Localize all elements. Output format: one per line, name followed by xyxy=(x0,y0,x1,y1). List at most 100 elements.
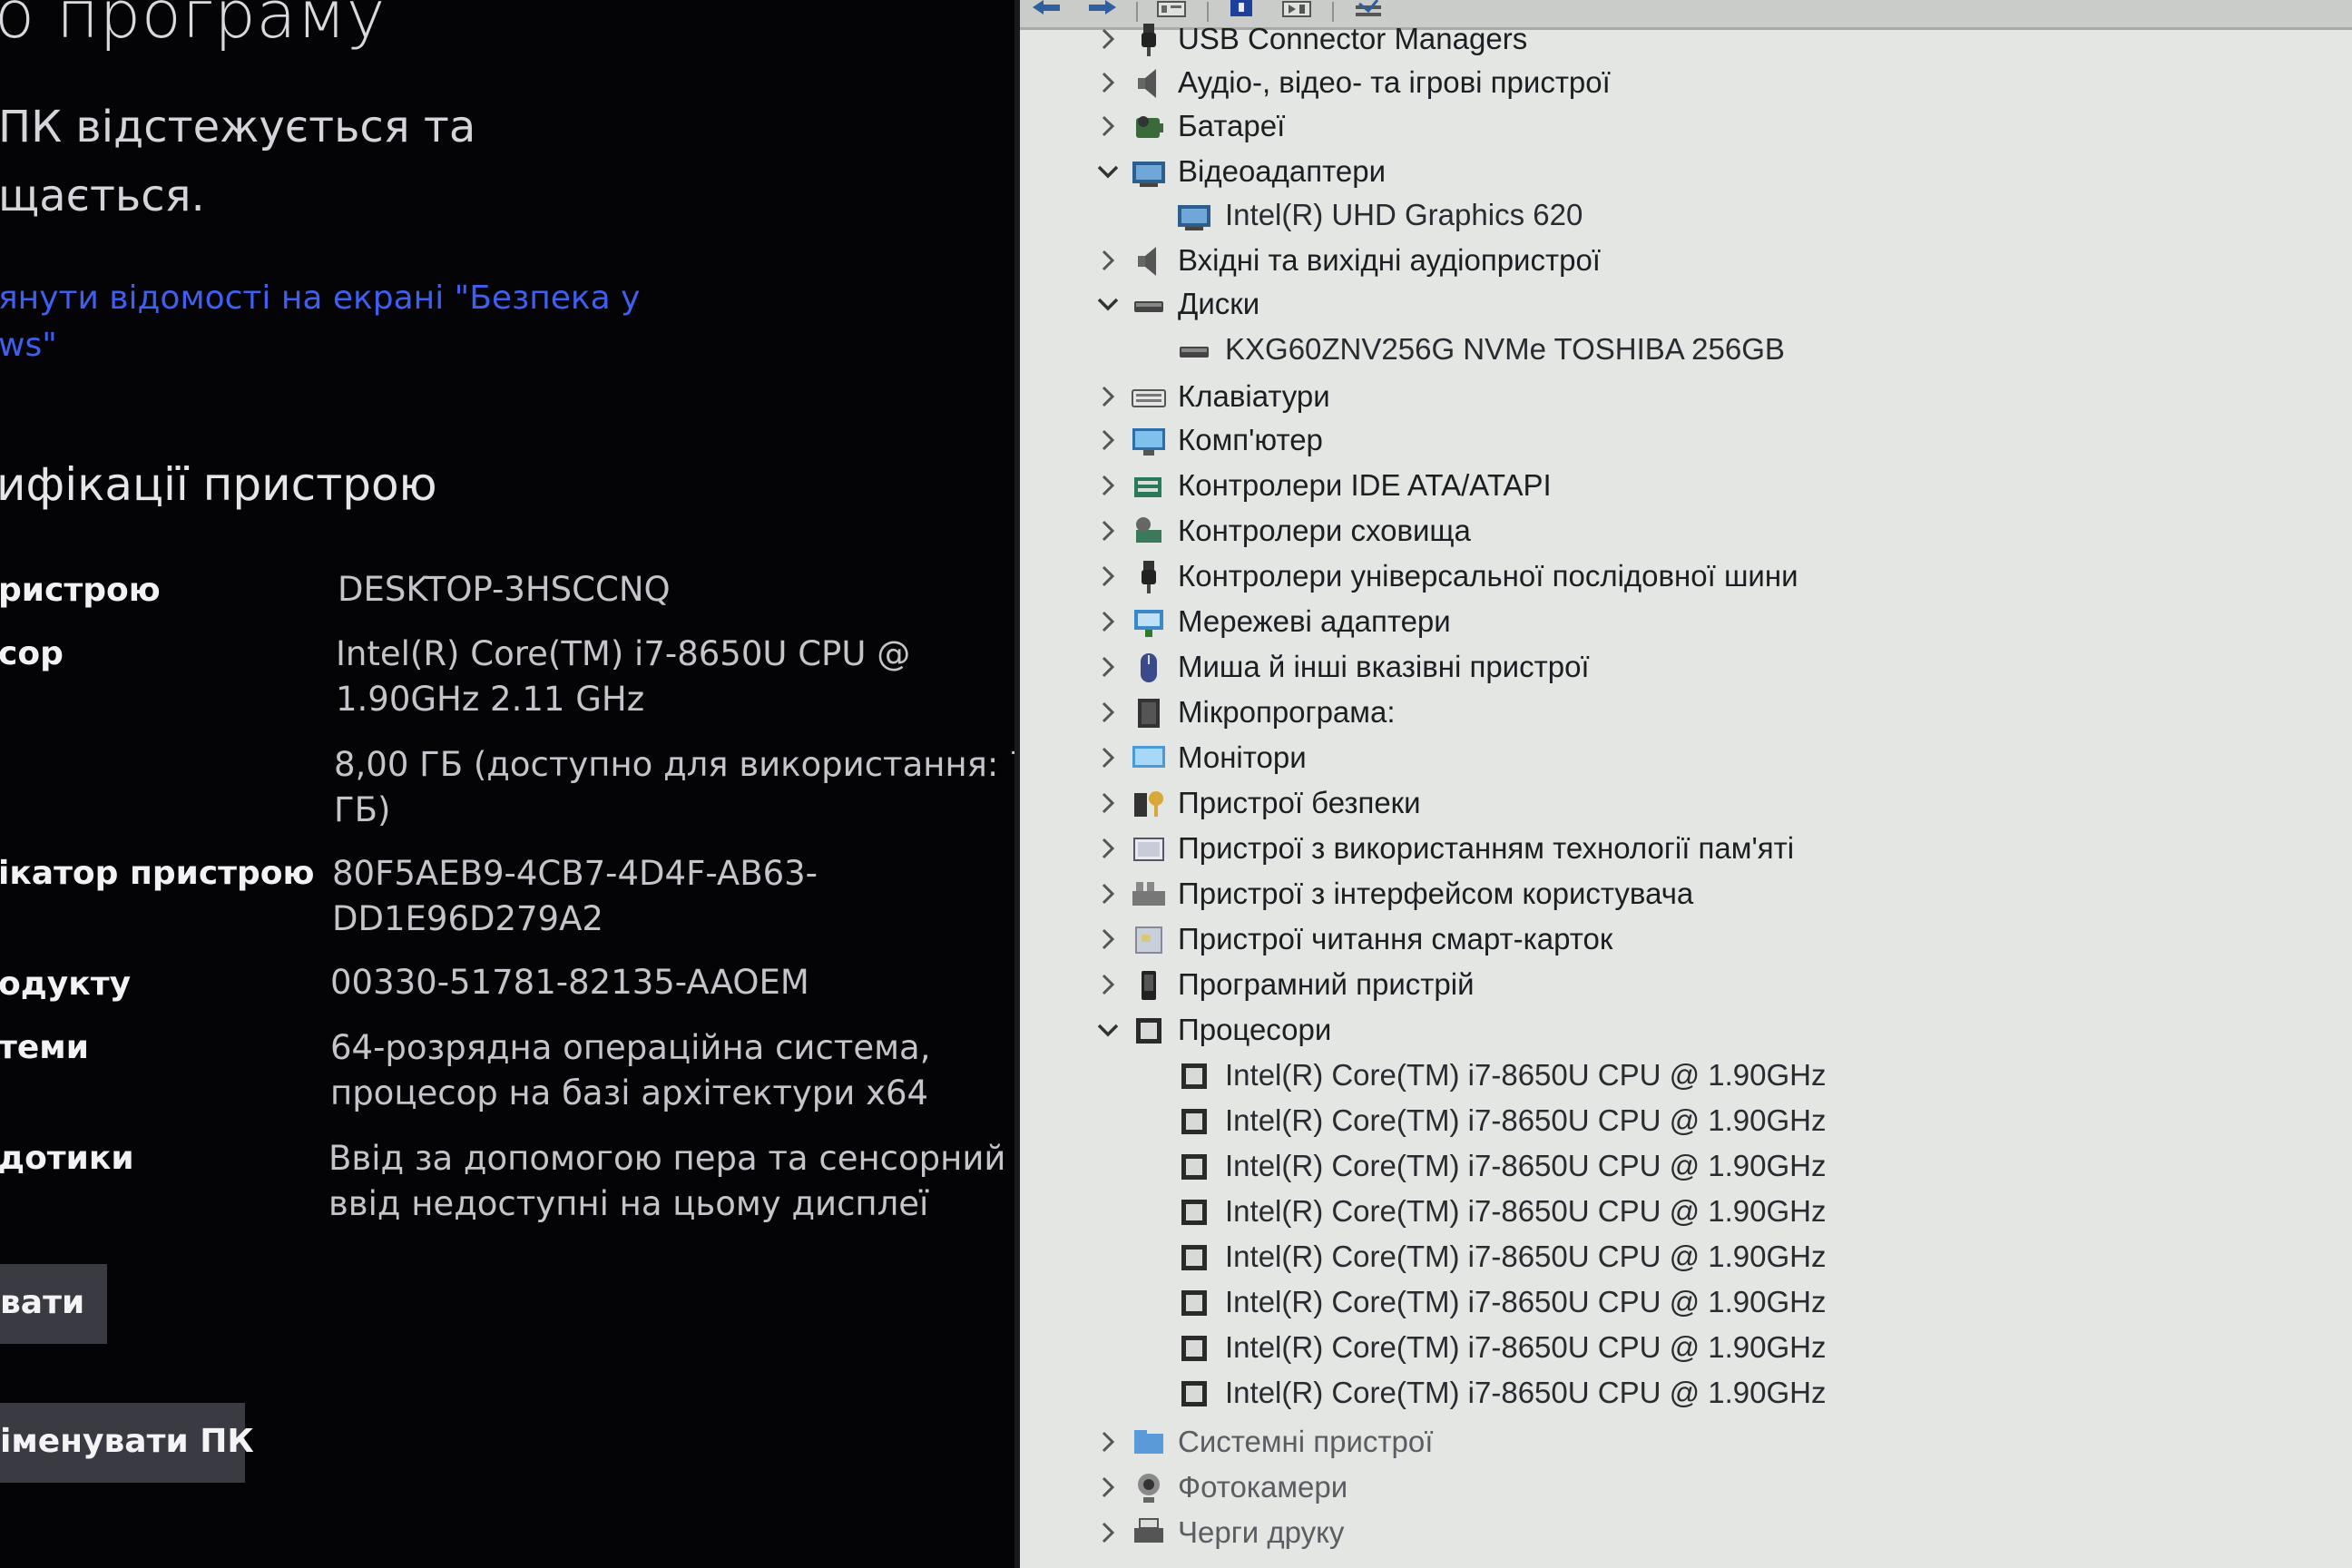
mouse-icon xyxy=(1131,650,1167,686)
tree-device[interactable]: Intel(R) Core(TM) i7-8650U CPU @ 1.90GHz xyxy=(1020,1056,2352,1098)
chevron-right-icon[interactable] xyxy=(1094,699,1122,726)
tree-category[interactable]: Аудіо-, відео- та ігрові пристрої xyxy=(1020,64,2352,105)
chevron-right-icon[interactable] xyxy=(1094,608,1122,635)
chevron-right-icon[interactable] xyxy=(1094,880,1122,907)
tree-device[interactable]: Intel(R) Core(TM) i7-8650U CPU @ 1.90GHz xyxy=(1020,1374,2352,1416)
tree-item-label: Intel(R) Core(TM) i7-8650U CPU @ 1.90GHz xyxy=(1225,1240,1827,1273)
tree-category[interactable]: Пристрої з інтерфейсом користувача xyxy=(1020,875,2352,916)
tree-category[interactable]: Мікропрограма: xyxy=(1020,693,2352,735)
spec-value-ram: 8,00 ГБ (доступно для використання: 7,86 xyxy=(334,745,1016,784)
rename-pc-button[interactable]: іменувати ПК xyxy=(0,1403,254,1483)
chevron-down-icon[interactable] xyxy=(1094,290,1122,318)
chevron-right-icon[interactable] xyxy=(1094,517,1122,544)
chevron-right-icon[interactable] xyxy=(1094,926,1122,953)
scan-hardware-icon[interactable] xyxy=(1279,0,1316,20)
chevron-right-icon[interactable] xyxy=(1094,653,1122,681)
processor-icon xyxy=(1176,1103,1212,1140)
tree-category[interactable]: Пристрої безпеки xyxy=(1020,784,2352,826)
tree-category[interactable]: Контролери сховища xyxy=(1020,512,2352,554)
tree-category[interactable]: Монітори xyxy=(1020,739,2352,780)
properties-icon[interactable] xyxy=(1154,0,1191,20)
tree-device[interactable]: Intel(R) Core(TM) i7-8650U CPU @ 1.90GHz xyxy=(1020,1102,2352,1143)
tree-item-label: Системні пристрої xyxy=(1178,1425,1434,1458)
battery-icon xyxy=(1131,109,1167,145)
chevron-right-icon[interactable] xyxy=(1094,113,1122,140)
tree-device[interactable]: Intel(R) Core(TM) i7-8650U CPU @ 1.90GHz xyxy=(1020,1238,2352,1279)
spec-value-device-id: 80F5AEB9-4CB7-4D4F-AB63- xyxy=(332,854,818,893)
tree-item-label: Миша й інші вказівні пристрої xyxy=(1178,650,1590,683)
tree-category[interactable]: Черги друку xyxy=(1020,1514,2352,1555)
tree-category[interactable]: Батареї xyxy=(1020,107,2352,149)
tree-category[interactable]: Пристрої читання смарт-карток xyxy=(1020,920,2352,962)
tree-category[interactable]: Системні пристрої xyxy=(1020,1423,2352,1465)
chevron-right-icon[interactable] xyxy=(1094,472,1122,499)
tree-category[interactable]: Клавіатури xyxy=(1020,377,2352,419)
processor-icon xyxy=(1176,1058,1212,1094)
tree-item-label: Intel(R) Core(TM) i7-8650U CPU @ 1.90GHz xyxy=(1225,1376,1827,1409)
chevron-right-icon[interactable] xyxy=(1094,1428,1122,1455)
tree-category[interactable]: Фотокамери xyxy=(1020,1468,2352,1510)
chevron-down-icon[interactable] xyxy=(1094,158,1122,185)
tree-device[interactable]: Intel(R) Core(TM) i7-8650U CPU @ 1.90GHz xyxy=(1020,1192,2352,1234)
spec-label-pen-touch: дотики xyxy=(0,1140,134,1177)
tree-category[interactable]: Контролери універсальної послідовної шин… xyxy=(1020,557,2352,599)
chevron-right-icon[interactable] xyxy=(1094,563,1122,590)
spec-label-processor: сор xyxy=(0,635,64,672)
forward-arrow-icon[interactable] xyxy=(1083,0,1120,20)
security-device-icon xyxy=(1131,786,1167,822)
tree-category[interactable]: Вхідні та вихідні аудіопристрої xyxy=(1020,241,2352,283)
tree-item-label: Черги друку xyxy=(1178,1515,1345,1549)
tree-category[interactable]: Мережеві адаптери xyxy=(1020,603,2352,644)
tree-device[interactable]: KXG60ZNV256G NVMe TOSHIBA 256GB xyxy=(1020,330,2352,372)
tree-device[interactable]: Intel(R) UHD Graphics 620 xyxy=(1020,196,2352,238)
tree-device[interactable]: Intel(R) Core(TM) i7-8650U CPU @ 1.90GHz xyxy=(1020,1147,2352,1189)
tree-item-label: KXG60ZNV256G NVMe TOSHIBA 256GB xyxy=(1225,332,1785,366)
tree-category[interactable]: Комп'ютер xyxy=(1020,421,2352,463)
chevron-right-icon[interactable] xyxy=(1094,383,1122,410)
windows-security-link-cont[interactable]: ws" xyxy=(0,327,57,364)
update-driver-icon[interactable] xyxy=(1350,0,1387,20)
tree-device[interactable]: Intel(R) Core(TM) i7-8650U CPU @ 1.90GHz xyxy=(1020,1328,2352,1370)
chevron-right-icon[interactable] xyxy=(1094,1474,1122,1501)
spec-value-product-id: 00330-51781-82135-AAOEM xyxy=(330,963,809,1002)
chevron-right-icon[interactable] xyxy=(1094,971,1122,998)
processor-icon xyxy=(1176,1330,1212,1367)
tree-category[interactable]: Контролери IDE ATA/ATAPI xyxy=(1020,466,2352,508)
tree-item-label: Процесори xyxy=(1178,1013,1332,1046)
ide-controller-icon xyxy=(1131,468,1167,505)
chevron-right-icon[interactable] xyxy=(1094,1519,1122,1546)
spec-value-system-type-cont: процесор на базі архітектури x64 xyxy=(330,1073,929,1112)
display-adapter-icon xyxy=(1131,154,1167,191)
help-icon[interactable] xyxy=(1225,0,1261,20)
speaker-icon xyxy=(1131,65,1167,102)
tree-category[interactable]: Процесори xyxy=(1020,1011,2352,1053)
chevron-right-icon[interactable] xyxy=(1094,247,1122,274)
tree-category[interactable]: Відеоадаптери xyxy=(1020,152,2352,194)
tree-device[interactable]: Intel(R) Core(TM) i7-8650U CPU @ 1.90GHz xyxy=(1020,1283,2352,1325)
chevron-right-icon[interactable] xyxy=(1094,69,1122,96)
device-specifications-heading: ифікації пристрою xyxy=(0,458,437,511)
tree-category[interactable]: Миша й інші вказівні пристрої xyxy=(1020,648,2352,690)
chevron-right-icon[interactable] xyxy=(1094,789,1122,817)
chevron-right-icon[interactable] xyxy=(1094,835,1122,862)
chevron-right-icon[interactable] xyxy=(1094,25,1122,53)
spec-value-processor: Intel(R) Core(TM) i7-8650U CPU @ xyxy=(336,634,911,673)
tree-item-label: Пристрої з використанням технології пам'… xyxy=(1178,831,1795,865)
tree-category[interactable]: Програмний пристрій xyxy=(1020,965,2352,1007)
back-arrow-icon[interactable] xyxy=(1029,0,1065,20)
tree-category[interactable]: USB Connector Managers xyxy=(1020,20,2352,62)
storage-controller-icon xyxy=(1131,514,1167,550)
windows-security-link[interactable]: янути відомості на екрані "Безпека у xyxy=(0,279,640,317)
tree-category[interactable]: Диски xyxy=(1020,285,2352,327)
spec-value-processor-speed: 1.90GHz 2.11 GHz xyxy=(336,680,645,719)
chevron-right-icon[interactable] xyxy=(1094,744,1122,771)
chevron-right-icon[interactable] xyxy=(1094,426,1122,454)
copy-button[interactable]: вати xyxy=(0,1264,107,1344)
tree-category[interactable]: Пристрої з використанням технології пам'… xyxy=(1020,829,2352,871)
chevron-down-icon[interactable] xyxy=(1094,1016,1122,1044)
device-manager-window: USB Connector Managers Аудіо-, відео- та … xyxy=(1020,0,2352,1568)
tree-item-label: Контролери сховища xyxy=(1178,514,1471,547)
spec-value-device-name: DESKTOP-3HSCCNQ xyxy=(338,570,671,609)
keyboard-icon xyxy=(1131,379,1167,416)
processor-icon xyxy=(1176,1376,1212,1412)
